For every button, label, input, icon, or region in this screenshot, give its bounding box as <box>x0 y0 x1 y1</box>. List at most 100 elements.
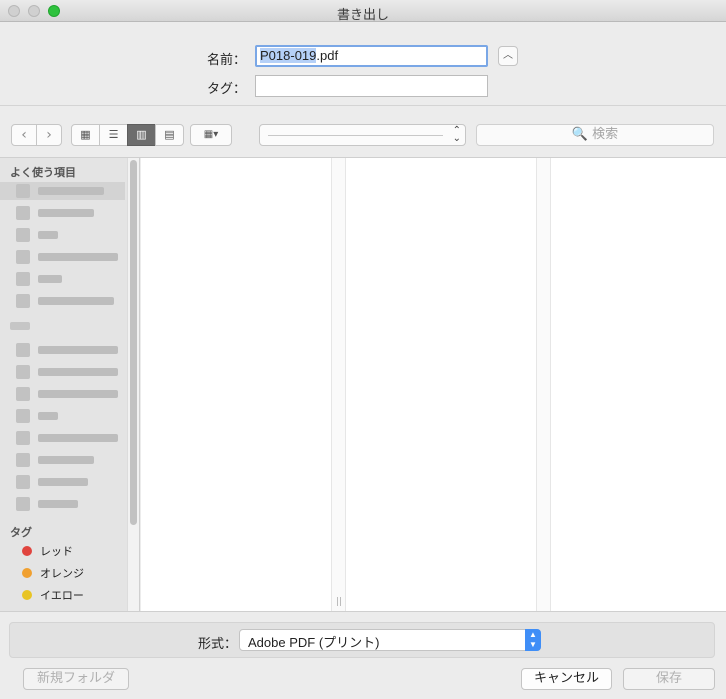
browser-column-3[interactable] <box>551 158 726 611</box>
tag-color-dot-icon <box>22 546 32 556</box>
column-view-button[interactable]: ▥ <box>127 124 156 146</box>
sidebar-item-label <box>38 434 118 442</box>
sidebar-tag-item[interactable]: イエロー <box>16 586 126 604</box>
sidebar-item-label <box>38 253 118 261</box>
sidebar-scroll-thumb[interactable] <box>130 160 137 525</box>
sidebar-item[interactable] <box>12 473 122 491</box>
folder-icon <box>16 294 30 308</box>
grid-icon: ▦ <box>80 128 91 141</box>
chevron-left-icon: ‹ <box>21 127 27 143</box>
sidebar-tag-item[interactable]: オレンジ <box>16 564 126 582</box>
sidebar-item[interactable] <box>12 451 122 469</box>
sidebar-item-label <box>38 346 118 354</box>
save-header: 名前： P018-019.pdf ︿ タグ： <box>0 22 726 106</box>
sidebar-item[interactable] <box>12 248 122 266</box>
filename-input[interactable]: P018-019.pdf <box>255 45 488 67</box>
drive-icon <box>16 497 30 511</box>
format-select[interactable]: Adobe PDF (プリント) ▲ ▼ <box>239 629 541 651</box>
arrange-button[interactable]: ▦▾ <box>190 124 232 146</box>
filename-extension: .pdf <box>316 48 339 63</box>
sidebar: よく使う項目 タグ レッドオレンジイエロー <box>0 158 140 611</box>
expand-dialog-button[interactable]: ︿ <box>498 46 518 66</box>
folder-icon <box>16 228 30 242</box>
name-label: 名前： <box>206 53 246 68</box>
forward-button[interactable]: › <box>36 124 62 146</box>
sidebar-item[interactable] <box>12 495 122 513</box>
sidebar-item-label <box>38 231 58 239</box>
drive-icon <box>16 431 30 445</box>
chevron-up-icon: ︿ <box>503 50 513 61</box>
browser-toolbar: ‹ › ▦ ☰ ▥ ▤ ▦▾ ⌃ ⌄ 🔍 検索 <box>0 107 726 158</box>
sidebar-item-label <box>38 478 88 486</box>
tag-label: レッド <box>40 545 73 558</box>
list-icon: ☰ <box>108 128 119 141</box>
filename-selected-text: P018-019 <box>260 48 317 63</box>
drive-icon <box>16 475 30 489</box>
sidebar-scrollbar[interactable] <box>127 158 139 611</box>
drive-icon <box>16 453 30 467</box>
devices-header <box>10 322 30 330</box>
dialog-footer: 形式： Adobe PDF (プリント) ▲ ▼ 新規フォルダ キャンセル 保存 <box>0 611 726 699</box>
back-button[interactable]: ‹ <box>11 124 37 146</box>
sidebar-item[interactable] <box>12 363 122 381</box>
favorites-header: よく使う項目 <box>10 166 76 179</box>
coverflow-view-button[interactable]: ▤ <box>155 124 184 146</box>
sidebar-item[interactable] <box>12 270 122 288</box>
format-panel: 形式： Adobe PDF (プリント) ▲ ▼ <box>9 622 715 658</box>
column-divider-1[interactable]: || <box>331 158 346 611</box>
folder-icon <box>16 272 30 286</box>
resize-handle-icon[interactable]: || <box>336 597 342 607</box>
format-label: 形式： <box>198 637 238 652</box>
sidebar-item[interactable] <box>12 385 122 403</box>
sidebar-item-label <box>38 297 114 305</box>
folder-icon <box>16 184 30 198</box>
folder-icon <box>16 206 30 220</box>
title-bar: 書き出し <box>0 0 726 23</box>
sidebar-item[interactable] <box>12 341 122 359</box>
save-button[interactable]: 保存 <box>623 668 715 690</box>
format-value: Adobe PDF (プリント) <box>248 635 380 650</box>
drive-icon <box>16 365 30 379</box>
icon-view-button[interactable]: ▦ <box>71 124 100 146</box>
drive-icon <box>16 387 30 401</box>
chevron-right-icon: › <box>46 127 52 143</box>
sidebar-item-label <box>38 187 104 195</box>
sidebar-item[interactable] <box>12 292 122 310</box>
sidebar-item-label <box>38 500 78 508</box>
browser-column-1[interactable] <box>141 158 331 611</box>
export-dialog: 書き出し 名前： P018-019.pdf ︿ タグ： ‹ › ▦ ☰ ▥ ▤ … <box>0 0 726 699</box>
cancel-button[interactable]: キャンセル <box>521 668 612 690</box>
columns-icon: ▥ <box>136 128 147 141</box>
updown-arrows-icon: ⌃ ⌄ <box>452 125 461 144</box>
tag-label: オレンジ <box>40 567 84 580</box>
sidebar-item[interactable] <box>12 226 122 244</box>
tag-label: イエロー <box>40 589 84 602</box>
sidebar-item-label <box>38 456 94 464</box>
tags-input[interactable] <box>255 75 488 97</box>
new-folder-button[interactable]: 新規フォルダ <box>23 668 129 690</box>
sidebar-item[interactable] <box>12 204 122 222</box>
sidebar-tag-item[interactable]: レッド <box>16 542 126 560</box>
tag-color-dot-icon <box>22 568 32 578</box>
list-view-button[interactable]: ☰ <box>99 124 128 146</box>
sidebar-item-label <box>38 209 94 217</box>
drive-icon <box>16 409 30 423</box>
browser-column-2[interactable] <box>346 158 536 611</box>
location-value <box>268 135 443 136</box>
location-popup[interactable]: ⌃ ⌄ <box>259 124 466 146</box>
tags-header: タグ <box>10 526 32 539</box>
updown-arrows-icon: ▲ ▼ <box>525 629 541 651</box>
sidebar-item[interactable] <box>0 182 125 200</box>
sidebar-item[interactable] <box>12 407 122 425</box>
column-divider-2[interactable] <box>536 158 551 611</box>
arrange-icon: ▦▾ <box>203 129 219 140</box>
coverflow-icon: ▤ <box>164 128 175 141</box>
tag-color-dot-icon <box>22 590 32 600</box>
sidebar-item-label <box>38 390 118 398</box>
drive-icon <box>16 343 30 357</box>
sidebar-item-label <box>38 275 62 283</box>
sidebar-item[interactable] <box>12 429 122 447</box>
search-field[interactable]: 🔍 検索 <box>476 124 714 146</box>
sidebar-item-label <box>38 412 58 420</box>
tag-label: タグ： <box>206 82 246 97</box>
